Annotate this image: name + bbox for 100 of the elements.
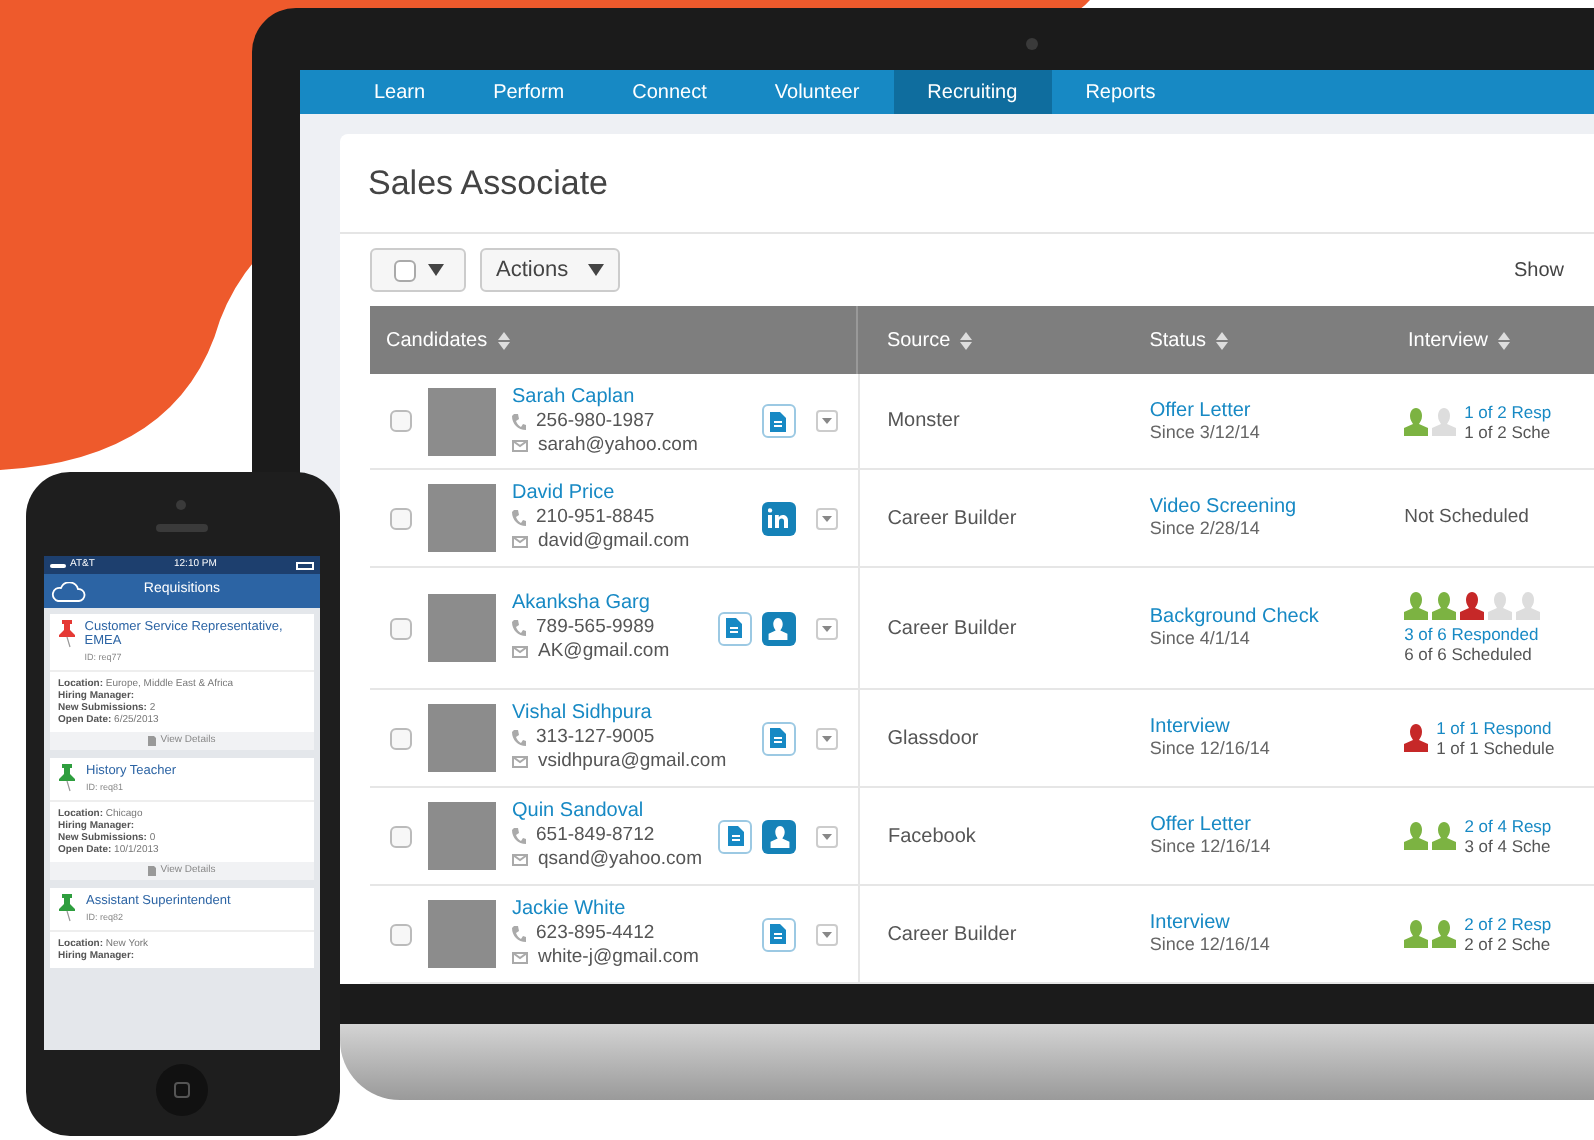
email-address: white-j@gmail.com [538,946,699,970]
document-icon[interactable] [717,611,752,645]
dropdown-button[interactable] [815,410,838,432]
dropdown-button[interactable] [815,727,838,749]
photo-placeholder [428,704,496,772]
checkbox[interactable] [390,923,412,945]
responded-link[interactable]: 3 of 6 Responded [1404,624,1594,644]
dropdown-button[interactable] [815,617,838,639]
source-text: Career Builder [887,615,1017,643]
sort-icon[interactable] [1216,331,1229,349]
document-icon[interactable] [761,917,796,951]
responded-link[interactable]: 2 of 4 Resp [1464,816,1552,836]
column-header[interactable]: Source [886,325,951,355]
mail-icon [512,952,528,964]
photo-placeholder [428,484,496,552]
source-text: Career Builder [887,921,1017,949]
mail-icon [512,854,528,866]
source-text: Monster [887,408,960,436]
linkedin-icon[interactable] [761,501,796,535]
checkbox[interactable] [390,617,412,639]
mail-icon [512,536,528,548]
document-icon[interactable] [761,404,796,438]
checkbox[interactable] [390,825,412,847]
responded-link[interactable]: 1 of 1 Respond [1436,718,1555,738]
candidate-name[interactable]: David Price [512,482,690,506]
column-header[interactable]: Interview [1407,325,1488,355]
nav-tab[interactable]: Connect [598,70,741,114]
candidate-name[interactable]: Sarah Caplan [512,385,698,409]
checkbox[interactable] [390,727,412,749]
photo-placeholder [428,594,496,662]
actions-dropdown[interactable]: Actions [480,248,621,292]
interview-status: Not Scheduled [1404,503,1529,532]
camera-icon [176,500,186,510]
nav-tab[interactable]: Recruiting [893,70,1052,114]
person-icon[interactable] [761,611,796,645]
responded-link[interactable]: 2 of 2 Resp [1464,914,1552,934]
show-label: Show [1513,257,1564,285]
nav-tab[interactable]: Reports [1051,70,1190,114]
document-icon [148,736,157,746]
dropdown-button[interactable] [815,507,838,529]
phone-number: 623-895-4412 [536,922,655,946]
scheduled-text: 1 of 2 Sche [1464,421,1552,441]
email-address: qsand@yahoo.com [538,848,702,872]
caret-icon [821,735,832,741]
candidate-name[interactable]: Akanksha Garg [512,592,670,616]
battery-icon [295,561,314,569]
email-address: david@gmail.com [538,530,690,554]
document-icon[interactable] [718,819,752,853]
sort-icon[interactable] [960,331,973,349]
phone-number: 256-980-1987 [536,409,655,433]
dropdown-button[interactable] [816,825,838,847]
sort-icon[interactable] [497,331,510,349]
nav-tab[interactable]: Learn [340,70,460,114]
checkbox[interactable] [393,259,415,281]
scheduled-text: 2 of 2 Sche [1464,934,1552,954]
dropdown-button[interactable] [815,923,838,945]
phone-icon [512,730,526,746]
mail-icon [512,439,528,451]
status-link[interactable]: Video Screening [1149,496,1381,518]
checkbox[interactable] [390,410,412,432]
cloud-icon[interactable] [50,581,86,601]
scheduled-text: 6 of 6 Scheduled [1404,644,1534,664]
candidate-name[interactable]: Vishal Sidhpura [512,702,727,726]
status-date: Since 4/1/14 [1149,628,1252,650]
caret-icon [821,515,832,521]
status-link[interactable]: Interview [1149,912,1381,934]
column-header[interactable]: Status [1149,325,1207,355]
candidate-name[interactable]: Jackie White [512,898,699,922]
mail-icon [512,646,528,658]
status-link[interactable]: Interview [1149,716,1381,738]
phone-icon [512,926,526,942]
caret-icon [821,625,832,631]
status-date: Since 12/16/14 [1149,934,1272,956]
select-all-dropdown[interactable] [370,248,466,292]
status-link[interactable]: Offer Letter [1149,399,1381,421]
page-title: Sales Associate [368,161,609,206]
status-date: Since 12/16/14 [1150,836,1273,858]
phone-number: 210-951-8845 [536,506,655,530]
status-link[interactable]: Background Check [1149,606,1381,628]
caret-icon [821,931,832,937]
sort-icon[interactable] [1498,331,1510,349]
photo-placeholder [428,387,496,455]
candidate-name[interactable]: Quin Sandoval [512,800,702,824]
status-date: Since 2/28/14 [1149,518,1262,540]
person-icon[interactable] [762,819,796,853]
responded-link[interactable]: 1 of 2 Resp [1464,401,1552,421]
source-text: Glassdoor [887,725,979,753]
nav-tab[interactable]: Perform [459,70,599,114]
scheduled-text: 3 of 4 Sche [1464,836,1552,856]
status-link[interactable]: Offer Letter [1150,814,1381,836]
document-icon[interactable] [761,721,796,755]
email-address: vsidhpura@gmail.com [538,750,727,774]
photo-placeholder [428,802,496,870]
column-header[interactable]: Candidates [386,325,488,355]
caret-icon [588,264,605,276]
nav-tab[interactable]: Volunteer [740,70,894,114]
checkbox[interactable] [390,507,412,529]
email-address: AK@gmail.com [538,640,670,664]
phone-number: 789-565-9989 [536,616,655,640]
caret-icon [822,833,832,839]
